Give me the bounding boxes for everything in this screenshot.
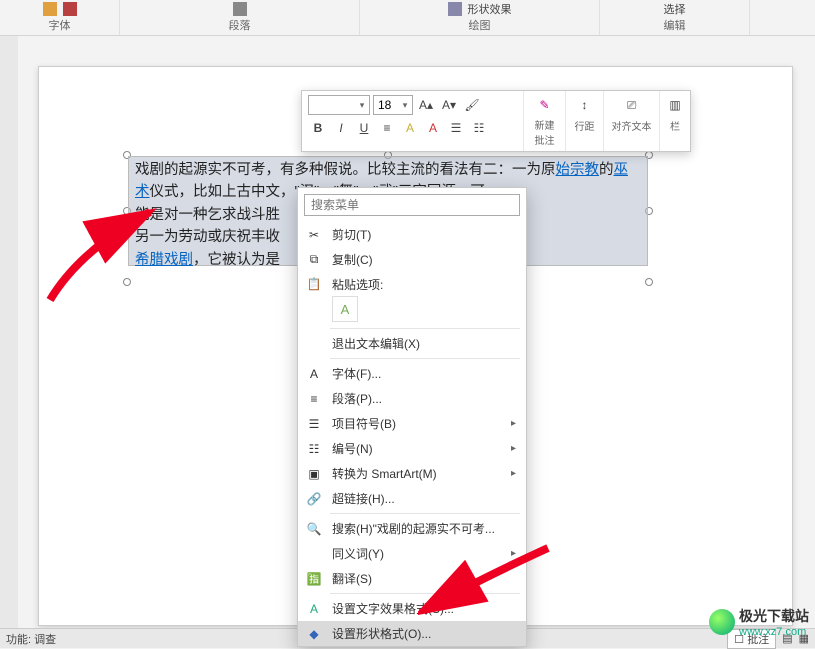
- numbering-button[interactable]: ☷: [469, 118, 489, 138]
- paragraph-icon: ≡: [306, 391, 322, 407]
- submenu-arrow-icon: ▸: [511, 468, 516, 479]
- submenu-arrow-icon: ▸: [511, 548, 516, 559]
- scroll-gutter[interactable]: [0, 36, 18, 648]
- columns-button[interactable]: ▥: [665, 95, 685, 115]
- menu-text-effects-format[interactable]: A设置文字效果格式(S)...: [298, 596, 526, 621]
- ribbon-group-drawing: 形状效果 绘图: [360, 0, 600, 35]
- resize-handle[interactable]: [645, 278, 653, 286]
- menu-paste-options: 📋粘贴选项:: [298, 272, 526, 294]
- hyperlink-icon: 🔗: [306, 491, 322, 507]
- ribbon: 字体 段落 形状效果 绘图 选择 编辑: [0, 0, 815, 36]
- bullets-icon: ☰: [306, 416, 322, 432]
- bullets-button[interactable]: ☰: [446, 118, 466, 138]
- placeholder-icon: [233, 2, 247, 16]
- menu-numbering[interactable]: ☷编号(N)▸: [298, 436, 526, 461]
- font-icon: A: [306, 366, 322, 382]
- translate-icon: 🈯: [306, 571, 322, 587]
- align-button[interactable]: ≡: [377, 118, 397, 138]
- highlight-button[interactable]: A: [400, 118, 420, 138]
- italic-button[interactable]: I: [331, 118, 351, 138]
- paste-option-keep-text[interactable]: A: [332, 296, 358, 322]
- ribbon-group-label: 绘图: [469, 17, 491, 33]
- menu-search-web[interactable]: 🔍搜索(H)"戏剧的起源实不可考...: [298, 516, 526, 541]
- placeholder-icon: [448, 2, 462, 16]
- ribbon-group-editing: 选择 编辑: [600, 0, 750, 35]
- resize-handle[interactable]: [123, 278, 131, 286]
- submenu-arrow-icon: ▸: [511, 443, 516, 454]
- menu-shape-format[interactable]: ◆设置形状格式(O)...: [298, 621, 526, 646]
- ribbon-group-paragraph: 段落: [120, 0, 360, 35]
- text-effects-icon: A: [306, 601, 322, 617]
- context-menu: ✂剪切(T) ⧉复制(C) 📋粘贴选项: A 退出文本编辑(X) A字体(F).…: [297, 187, 527, 647]
- mini-toolbar: ▾ ▾ A▴ A▾ 🖌 B I U ≡ A A ☰ ☷ ✎ 新建 批注 ↕ 行距…: [301, 90, 691, 152]
- underline-button[interactable]: U: [354, 118, 374, 138]
- menu-copy[interactable]: ⧉复制(C): [298, 247, 526, 272]
- menu-translate[interactable]: 🈯翻译(S): [298, 566, 526, 591]
- smartart-icon: ▣: [306, 466, 322, 482]
- logo-icon: [709, 609, 735, 635]
- menu-synonyms[interactable]: 同义词(Y)▸: [298, 541, 526, 566]
- menu-search-box[interactable]: [304, 194, 520, 216]
- paste-icon: 📋: [306, 276, 322, 292]
- menu-bullets[interactable]: ☰项目符号(B)▸: [298, 411, 526, 436]
- link[interactable]: 始宗教: [556, 162, 600, 178]
- shape-format-icon: ◆: [306, 626, 322, 642]
- format-painter-button[interactable]: 🖌: [462, 95, 482, 115]
- link[interactable]: 希腊戏剧: [135, 252, 193, 268]
- menu-cut[interactable]: ✂剪切(T): [298, 222, 526, 247]
- bold-button[interactable]: B: [308, 118, 328, 138]
- status-text: 功能: 调查: [6, 631, 56, 647]
- search-icon: 🔍: [306, 521, 322, 537]
- ribbon-group-label: 编辑: [664, 17, 686, 33]
- align-text-button[interactable]: ⎚: [622, 95, 642, 115]
- ribbon-group-label: 段落: [229, 17, 251, 33]
- shape-effects-button[interactable]: 形状效果: [468, 1, 512, 17]
- line-spacing-button[interactable]: ↕: [575, 95, 595, 115]
- cut-icon: ✂: [306, 227, 322, 243]
- select-button[interactable]: 选择: [664, 1, 686, 17]
- increase-font-button[interactable]: A▴: [416, 95, 436, 115]
- ribbon-group-font: 字体: [0, 0, 120, 35]
- placeholder-icon: [63, 2, 77, 16]
- menu-exit-text-edit[interactable]: 退出文本编辑(X): [298, 331, 526, 356]
- ribbon-group-label: 字体: [49, 17, 71, 33]
- copy-icon: ⧉: [306, 252, 322, 268]
- menu-convert-smartart[interactable]: ▣转换为 SmartArt(M)▸: [298, 461, 526, 486]
- font-color-button[interactable]: A: [423, 118, 443, 138]
- numbering-icon: ☷: [306, 441, 322, 457]
- new-comment-button[interactable]: ✎: [535, 95, 555, 114]
- font-size-combo[interactable]: ▾: [373, 95, 413, 115]
- watermark-logo: 极光下载站 www.xz7.com: [709, 606, 809, 638]
- submenu-arrow-icon: ▸: [511, 418, 516, 429]
- menu-hyperlink[interactable]: 🔗超链接(H)...: [298, 486, 526, 511]
- font-family-combo[interactable]: ▾: [308, 95, 370, 115]
- menu-paragraph[interactable]: ≡段落(P)...: [298, 386, 526, 411]
- placeholder-icon: [43, 2, 57, 16]
- decrease-font-button[interactable]: A▾: [439, 95, 459, 115]
- menu-font[interactable]: A字体(F)...: [298, 361, 526, 386]
